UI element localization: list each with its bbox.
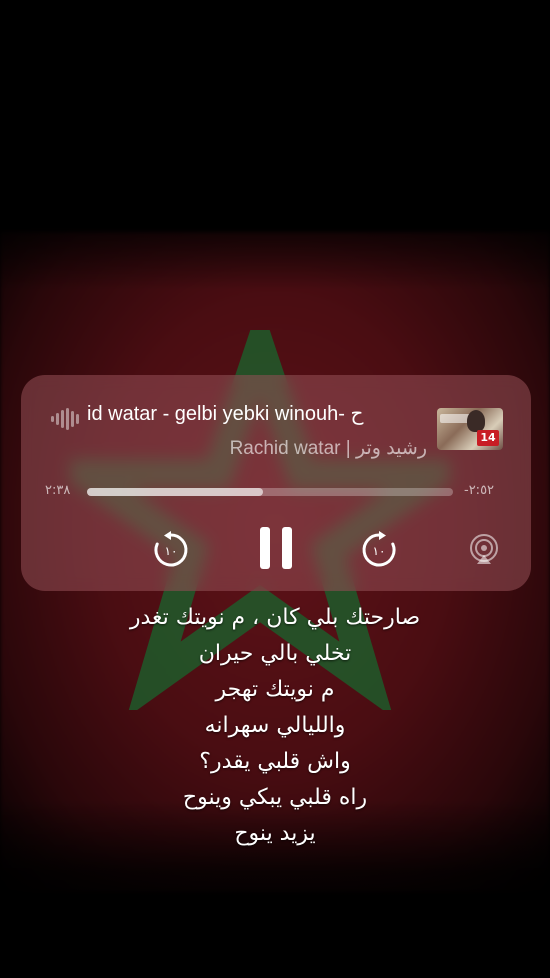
now-playing-widget[interactable]: id watar - gelbi yebki winouh- ح Rachid … — [21, 375, 531, 591]
album-artwork[interactable]: 14 — [437, 408, 503, 450]
track-title: id watar - gelbi yebki winouh- ح — [87, 403, 364, 425]
remaining-time: -٢:٥٢ — [464, 483, 495, 498]
pause-button[interactable] — [257, 525, 295, 571]
skip-forward-label: ١٠ — [373, 544, 386, 558]
lyric-line: تخلي بالي حيران — [198, 641, 352, 666]
pause-icon — [260, 527, 292, 569]
artwork-portrait — [467, 410, 485, 432]
lyric-line: واش قلبي يقدر؟ — [199, 749, 351, 774]
lyric-line: صارحتك بلي كان ، م نويتك تغدر — [129, 605, 421, 630]
lyric-line: م نويتك تهجر — [215, 677, 335, 702]
airplay-audio-button[interactable] — [467, 533, 501, 567]
lyric-line: راه قلبي يبكي وينوح — [182, 785, 368, 810]
progress-fill — [87, 488, 263, 496]
flag-top-fade — [0, 200, 550, 290]
track-artist: Rachid watar | رشيد وتر — [229, 438, 427, 459]
lyrics-overlay: صارحتك بلي كان ، م نويتك تغدر تخلي بالي … — [0, 600, 550, 852]
skip-back-label: ١٠ — [165, 544, 178, 558]
skip-back-button[interactable]: ١٠ — [151, 530, 191, 570]
airplay-audio-icon — [470, 534, 498, 564]
skip-forward-button[interactable]: ١٠ — [359, 530, 399, 570]
artwork-badge: 14 — [477, 430, 499, 446]
elapsed-time: ٢:٣٨ — [45, 483, 71, 498]
skip-forward-icon: ١٠ — [362, 531, 396, 567]
audio-bars-icon — [51, 408, 79, 430]
skip-back-icon: ١٠ — [154, 531, 188, 567]
progress-scrubber[interactable] — [87, 488, 453, 496]
lyric-line: يزيد ينوح — [234, 821, 316, 846]
lyric-line: والليالي سهرانه — [204, 713, 346, 738]
